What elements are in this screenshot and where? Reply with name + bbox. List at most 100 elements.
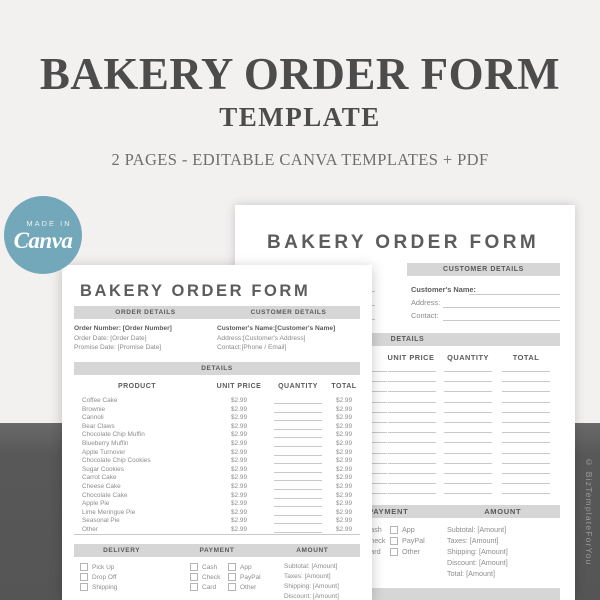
table-row-total: $2.99 bbox=[336, 405, 352, 413]
back-row-line-total[interactable] bbox=[502, 411, 550, 413]
back-row-line-unit-price[interactable] bbox=[388, 432, 436, 434]
payment-option[interactable]: Other bbox=[228, 583, 256, 591]
back-row-line-quantity[interactable] bbox=[444, 401, 492, 403]
back-row-line-total[interactable] bbox=[502, 473, 550, 474]
back-row-line-quantity[interactable] bbox=[444, 493, 492, 495]
checkbox-icon[interactable] bbox=[80, 563, 88, 571]
document-page-1[interactable]: BAKERY ORDER FORM ORDER DETAILS CUSTOMER… bbox=[62, 265, 372, 600]
payment-option[interactable]: Check bbox=[190, 573, 220, 581]
table-row-product: Chocolate Cake bbox=[82, 491, 128, 499]
back-customer-details-header: CUSTOMER DETAILS bbox=[407, 263, 560, 276]
back-row-line-total[interactable] bbox=[502, 422, 550, 423]
back-row-line-quantity[interactable] bbox=[444, 483, 492, 485]
table-row-quantity-line[interactable] bbox=[274, 532, 322, 533]
back-customer-field-line[interactable] bbox=[469, 294, 560, 295]
back-row-line-unit-price[interactable] bbox=[388, 493, 436, 495]
table-row-product: Chocolate Chip Cookies bbox=[82, 457, 151, 465]
back-row-line-total[interactable] bbox=[502, 452, 550, 454]
back-row-line-unit-price[interactable] bbox=[388, 401, 436, 403]
payment-option[interactable]: Cash bbox=[190, 563, 217, 571]
table-row-quantity-line[interactable] bbox=[274, 454, 322, 456]
delivery-option[interactable]: Pick Up bbox=[80, 563, 114, 571]
back-row-line-unit-price[interactable] bbox=[388, 422, 436, 423]
back-row-line-quantity[interactable] bbox=[444, 391, 492, 393]
back-row-line-quantity[interactable] bbox=[444, 371, 492, 372]
table-row-quantity-line[interactable] bbox=[274, 497, 322, 499]
front-customer-field: Contact:[Phone / Email] bbox=[217, 344, 286, 351]
back-row-line-total[interactable] bbox=[502, 493, 550, 495]
field-label: Order Date: bbox=[74, 334, 111, 342]
table-row-unit-price: $2.99 bbox=[231, 422, 247, 430]
back-customer-field-line[interactable] bbox=[443, 307, 560, 308]
delivery-option[interactable]: Drop Off bbox=[80, 573, 116, 581]
table-row-total: $2.99 bbox=[336, 517, 352, 525]
table-row-total: $2.99 bbox=[336, 465, 352, 473]
table-row-quantity-line[interactable] bbox=[274, 471, 322, 473]
payment-option[interactable]: App bbox=[228, 563, 252, 571]
table-row-quantity-line[interactable] bbox=[274, 437, 322, 439]
table-row-quantity-line[interactable] bbox=[274, 514, 322, 516]
field-value: [Order Date] bbox=[110, 334, 147, 342]
payment-option-label: Other bbox=[240, 583, 257, 591]
back-row-line-unit-price[interactable] bbox=[388, 371, 436, 372]
back-row-line-quantity[interactable] bbox=[444, 442, 492, 444]
table-row-quantity-line[interactable] bbox=[274, 463, 322, 465]
back-row-line-unit-price[interactable] bbox=[388, 381, 436, 383]
checkbox-icon[interactable] bbox=[228, 573, 236, 581]
back-row-line-total[interactable] bbox=[502, 371, 550, 372]
back-row-line-quantity[interactable] bbox=[444, 462, 492, 464]
table-row-quantity-line[interactable] bbox=[274, 446, 322, 447]
back-row-line-quantity[interactable] bbox=[444, 381, 492, 383]
checkbox-icon[interactable] bbox=[80, 573, 88, 581]
front-column-header: UNIT PRICE bbox=[216, 383, 262, 390]
back-amount-line: Total: [Amount] bbox=[447, 569, 495, 578]
back-row-line-total[interactable] bbox=[502, 462, 550, 464]
back-payment-option[interactable]: App bbox=[390, 525, 415, 534]
back-amount-line: Discount: [Amount] bbox=[447, 558, 508, 567]
table-row-quantity-line[interactable] bbox=[274, 403, 322, 404]
back-row-line-unit-price[interactable] bbox=[388, 411, 436, 413]
back-row-line-unit-price[interactable] bbox=[388, 442, 436, 444]
table-row-quantity-line[interactable] bbox=[274, 480, 322, 482]
table-row-quantity-line[interactable] bbox=[274, 428, 322, 430]
back-row-line-unit-price[interactable] bbox=[388, 452, 436, 454]
back-row-line-quantity[interactable] bbox=[444, 432, 492, 434]
front-page-title: BAKERY ORDER FORM bbox=[80, 282, 311, 300]
back-payment-option[interactable]: Other bbox=[390, 547, 420, 556]
amount-line: Subtotal: [Amount] bbox=[284, 563, 338, 570]
back-row-line-unit-price[interactable] bbox=[388, 483, 436, 485]
checkbox-icon[interactable] bbox=[390, 525, 398, 534]
delivery-option[interactable]: Shipping bbox=[80, 583, 117, 591]
back-customer-field-line[interactable] bbox=[443, 320, 560, 321]
checkbox-icon[interactable] bbox=[390, 536, 398, 545]
back-row-line-unit-price[interactable] bbox=[388, 391, 436, 393]
back-row-line-total[interactable] bbox=[502, 483, 550, 485]
checkbox-icon[interactable] bbox=[190, 563, 198, 571]
table-row-quantity-line[interactable] bbox=[274, 411, 322, 413]
table-row-quantity-line[interactable] bbox=[274, 489, 322, 490]
table-row-quantity-line[interactable] bbox=[274, 420, 322, 422]
back-row-line-quantity[interactable] bbox=[444, 422, 492, 423]
payment-option[interactable]: Card bbox=[190, 583, 216, 591]
table-row-quantity-line[interactable] bbox=[274, 506, 322, 508]
back-row-line-total[interactable] bbox=[502, 381, 550, 383]
back-row-line-unit-price[interactable] bbox=[388, 462, 436, 464]
back-row-line-total[interactable] bbox=[502, 391, 550, 393]
checkbox-icon[interactable] bbox=[228, 583, 236, 591]
checkbox-icon[interactable] bbox=[190, 583, 198, 591]
table-row-quantity-line[interactable] bbox=[274, 523, 322, 525]
front-customer-field: Customer's Name:[Customer's Name] bbox=[217, 325, 335, 332]
back-row-line-total[interactable] bbox=[502, 442, 550, 444]
checkbox-icon[interactable] bbox=[228, 563, 236, 571]
back-row-line-total[interactable] bbox=[502, 401, 550, 403]
payment-option[interactable]: PayPal bbox=[228, 573, 261, 581]
back-row-line-total[interactable] bbox=[502, 432, 550, 434]
back-row-line-quantity[interactable] bbox=[444, 452, 492, 454]
checkbox-icon[interactable] bbox=[190, 573, 198, 581]
back-row-line-quantity[interactable] bbox=[444, 473, 492, 474]
back-payment-option[interactable]: PayPal bbox=[390, 536, 425, 545]
back-row-line-quantity[interactable] bbox=[444, 411, 492, 413]
checkbox-icon[interactable] bbox=[80, 583, 88, 591]
back-row-line-unit-price[interactable] bbox=[388, 473, 436, 474]
checkbox-icon[interactable] bbox=[390, 547, 398, 556]
